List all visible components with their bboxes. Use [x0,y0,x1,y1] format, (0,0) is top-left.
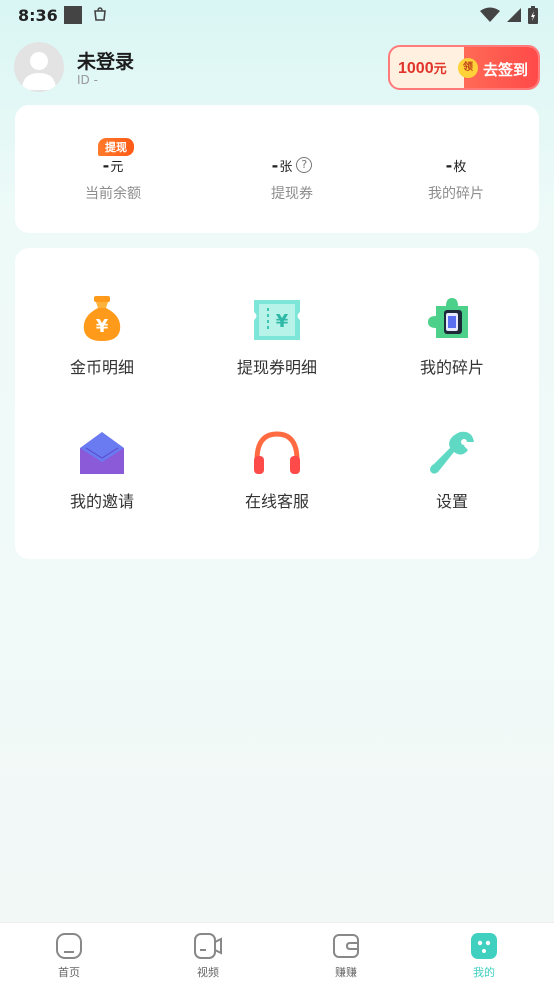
profile-icon [469,931,499,961]
stat-fragments-value: -枚 [445,156,467,175]
notification-square-icon [64,6,82,24]
svg-text:¥: ¥ [96,316,109,337]
checkin-button[interactable]: 1000元 领 去签到 [388,45,540,90]
svg-text:¥: ¥ [276,311,289,332]
nav-home[interactable]: 首页 [29,931,109,980]
nav-earn-label: 赚赚 [335,966,357,979]
wallet-icon [331,931,361,961]
notification-bag-icon [92,6,108,26]
menu-coupon-details[interactable]: ¥ 提现券明细 [202,294,352,378]
wrench-icon [426,428,478,480]
avatar[interactable] [14,42,64,92]
menu-coupon-details-label: 提现券明细 [236,358,317,377]
battery-icon [528,6,538,28]
stat-coupons-label: 提现券 [271,186,313,202]
menu-card: ¥ 金币明细 ¥ 提现券明细 我的碎片 我的邀请 在线客服 设置 [15,248,539,559]
status-bar: 8:36 [0,0,554,32]
stats-card: -元 当前余额 提现 - 张? 提现券 -枚 我的碎片 [15,105,539,233]
video-icon [193,931,223,961]
nav-earn[interactable]: 赚赚 [306,931,386,980]
menu-coin-details-label: 金币明细 [69,358,134,377]
home-icon [54,931,84,961]
help-icon[interactable]: ? [296,157,313,173]
bottom-nav: 首页 视频 赚赚 我的 [0,922,554,984]
checkin-label: 去签到 [482,61,528,79]
nav-home-label: 首页 [58,966,80,979]
stat-balance[interactable]: -元 当前余额 [38,153,188,203]
stat-balance-value: -元 [102,156,124,175]
user-id: ID - [77,73,98,87]
menu-online-support[interactable]: 在线客服 [202,428,352,512]
envelope-icon [76,428,128,480]
wifi-icon [480,7,500,27]
stat-coupons-value: - 张? [217,153,367,175]
profile-header: 未登录 ID - 1000元 领 去签到 [14,42,540,92]
menu-coin-details[interactable]: ¥ 金币明细 [27,294,177,378]
nav-mine-label: 我的 [473,966,495,979]
stat-fragments-label: 我的碎片 [428,186,484,202]
checkin-badge: 领 [458,58,478,78]
menu-my-invitations-label: 我的邀请 [69,492,134,511]
coupon-icon: ¥ [251,294,303,346]
user-name[interactable]: 未登录 [77,47,134,74]
default-avatar-icon [22,52,56,90]
menu-my-fragments[interactable]: 我的碎片 [377,294,527,378]
menu-settings-label: 设置 [435,492,468,511]
signal-icon [506,7,522,27]
nav-video[interactable]: 视频 [168,931,248,980]
stat-coupons[interactable]: - 张? 提现券 [217,153,367,203]
menu-my-fragments-label: 我的碎片 [419,358,484,377]
stat-fragments[interactable]: -枚 我的碎片 [381,153,531,203]
checkin-amount: 1000元 [398,60,447,77]
menu-online-support-label: 在线客服 [244,492,309,511]
nav-video-label: 视频 [197,966,219,979]
menu-my-invitations[interactable]: 我的邀请 [27,428,177,512]
status-time: 8:36 [18,6,58,25]
headphones-icon [251,428,303,480]
puzzle-icon [426,294,478,346]
nav-mine[interactable]: 我的 [444,931,524,980]
stat-balance-label: 当前余额 [85,186,141,202]
menu-settings[interactable]: 设置 [377,428,527,512]
withdraw-tag[interactable]: 提现 [98,138,134,156]
money-bag-icon: ¥ [76,294,128,346]
